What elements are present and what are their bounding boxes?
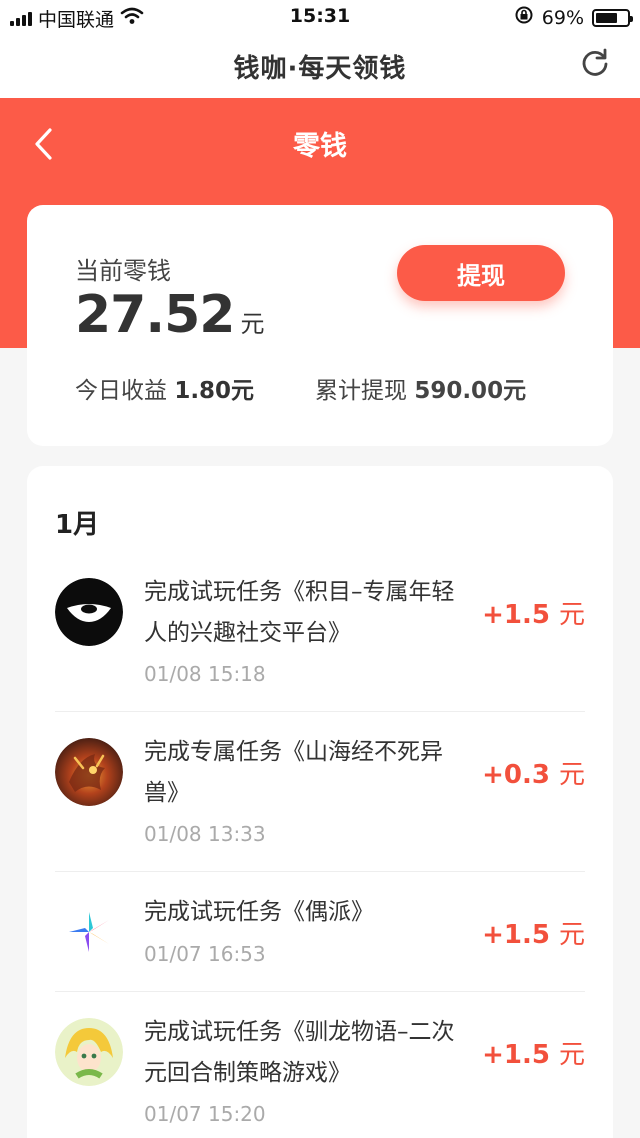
amount-unit: 元 (558, 600, 585, 630)
record-title: 完成试玩任务《驯龙物语–二次元回合制策略游戏》 (144, 1019, 455, 1086)
record-item[interactable]: 完成试玩任务《积目–专属年轻人的兴趣社交平台》 01/08 15:18 +1.5… (55, 564, 585, 712)
today-value: 1.80元 (174, 378, 255, 404)
balance-value: 27.52 (75, 285, 235, 345)
page-title: 零钱 (293, 131, 347, 162)
balance-amount: 27.52 元 (75, 285, 264, 345)
record-time: 01/07 15:20 (144, 1102, 266, 1126)
balance-label: 当前零钱 (75, 257, 171, 285)
amount-unit: 元 (558, 1040, 585, 1070)
record-title: 完成试玩任务《偶派》 (144, 899, 374, 925)
app-title: 钱咖·每天领钱 (233, 53, 407, 84)
battery-percent: 69% (541, 6, 584, 29)
xunlong-game-icon (55, 1018, 123, 1086)
battery-icon (592, 8, 633, 27)
total-label: 累计提现 (315, 378, 407, 404)
record-amount: +1.5 元 (482, 1034, 585, 1071)
amount-value: +1.5 (482, 1040, 550, 1070)
record-time: 01/08 15:18 (144, 662, 266, 686)
app-bar: 钱咖·每天领钱 (0, 34, 640, 98)
oupai-app-icon (55, 898, 123, 966)
record-amount: +1.5 元 (482, 594, 585, 631)
record-time: 01/07 16:53 (144, 942, 266, 966)
total-value: 590.00元 (414, 378, 527, 404)
total-withdrawn: 累计提现 590.00元 (315, 371, 526, 405)
jimu-app-icon (55, 578, 123, 646)
refresh-button[interactable] (578, 46, 612, 80)
record-time: 01/08 13:33 (144, 822, 266, 846)
record-title: 完成试玩任务《积目–专属年轻人的兴趣社交平台》 (144, 579, 455, 646)
status-right: 69% (514, 5, 633, 30)
refresh-icon (582, 48, 608, 76)
withdraw-button[interactable]: 提现 (397, 245, 565, 301)
amount-value: +1.5 (482, 600, 550, 630)
amount-value: +1.5 (482, 920, 550, 950)
record-title: 完成专属任务《山海经不死异兽》 (144, 739, 443, 806)
battery-fill (596, 12, 617, 23)
record-amount: +0.3 元 (482, 754, 585, 791)
shanhaijing-game-icon (55, 738, 123, 806)
month-label: 1月 (55, 510, 100, 540)
rotation-lock-icon (514, 5, 534, 30)
amount-value: +0.3 (482, 760, 550, 790)
today-earnings: 今日收益 1.80元 (75, 371, 254, 405)
record-item[interactable]: 完成试玩任务《偶派》 01/07 16:53 +1.5 元 (55, 872, 585, 992)
balance-card: 当前零钱 27.52 元 提现 今日收益 1.80元 累计提现 590.00元 (27, 205, 613, 446)
today-label: 今日收益 (75, 378, 167, 404)
record-amount: +1.5 元 (482, 914, 585, 951)
status-bar: 中国联通 15:31 69% (0, 0, 640, 34)
records-card: 1月 完成试玩任务《积目–专属年轻人的兴趣社交平台》 01/08 15:18 +… (27, 466, 613, 1138)
amount-unit: 元 (558, 760, 585, 790)
record-item[interactable]: 完成试玩任务《驯龙物语–二次元回合制策略游戏》 01/07 15:20 +1.5… (55, 992, 585, 1138)
amount-unit: 元 (558, 920, 585, 950)
balance-unit: 元 (240, 310, 265, 338)
record-item[interactable]: 完成专属任务《山海经不死异兽》 01/08 13:33 +0.3 元 (55, 712, 585, 872)
